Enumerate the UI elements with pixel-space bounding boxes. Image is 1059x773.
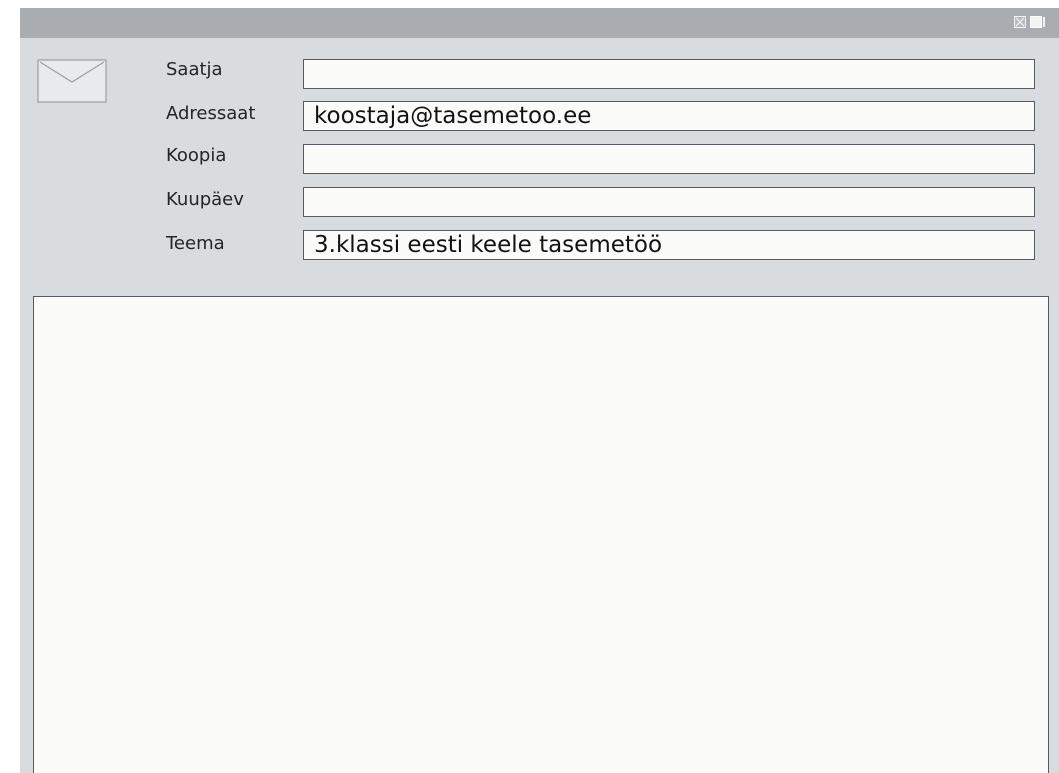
title-bar — [20, 8, 1059, 38]
saatja-field[interactable] — [303, 59, 1035, 89]
label-teema: Teema — [166, 233, 225, 254]
label-kuupaev: Kuupäev — [166, 189, 244, 210]
message-body-area[interactable] — [33, 296, 1049, 773]
label-saatja: Saatja — [166, 59, 223, 80]
label-koopia: Koopia — [166, 145, 227, 166]
kuupaev-field[interactable] — [303, 187, 1035, 217]
maximize-icon[interactable] — [1030, 16, 1045, 28]
teema-field[interactable]: 3.klassi eesti keele tasemetöö — [303, 230, 1035, 260]
envelope-icon — [37, 59, 107, 103]
koopia-field[interactable] — [303, 144, 1035, 174]
adressaat-field[interactable]: koostaja@tasemetoo.ee — [303, 101, 1035, 131]
close-icon[interactable] — [1014, 16, 1026, 28]
label-adressaat: Adressaat — [166, 103, 256, 124]
email-compose-window: Saatja Adressaat koostaja@tasemetoo.ee K… — [20, 8, 1059, 773]
